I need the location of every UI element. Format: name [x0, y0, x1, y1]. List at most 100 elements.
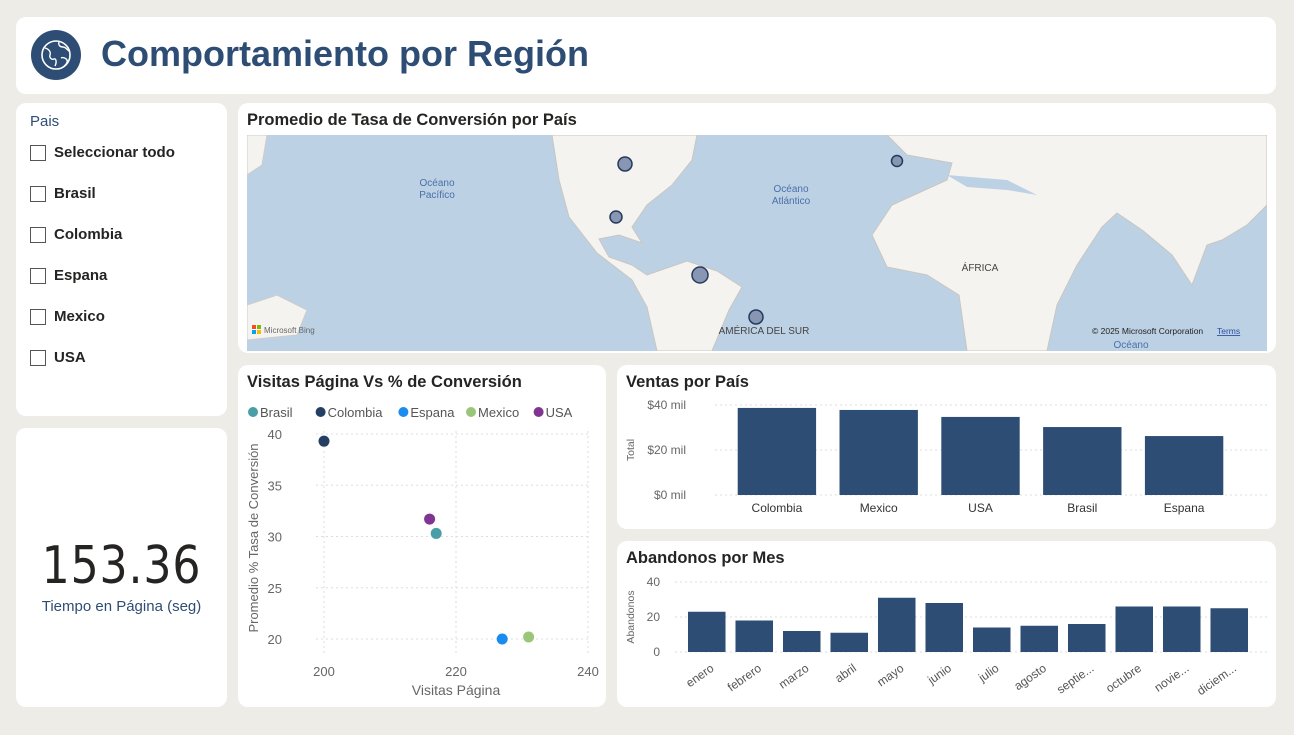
x-tick-label: julio — [975, 661, 1002, 685]
legend-label-brasil: Brasil — [260, 405, 293, 420]
legend-marker-usa — [533, 407, 544, 417]
x-tick-label: Colombia — [752, 501, 803, 515]
checkbox[interactable] — [30, 144, 46, 161]
bar-USA[interactable] — [941, 416, 1020, 495]
bar-novie[interactable] — [1162, 606, 1201, 653]
legend-marker-espana — [398, 407, 409, 417]
map[interactable]: Océano Pacífico Océano Atlántico ÁFRICA … — [247, 135, 1267, 351]
abandonment-card: Abandonos por Mes 0 20 40 Abandonos enero feb… — [617, 541, 1276, 707]
x-tick-label: novie... — [1152, 661, 1192, 695]
country-slicer: Pais Seleccionar todo Brasil Colombia Espan… — [16, 103, 227, 416]
map-label-ocean: Océano — [1113, 340, 1148, 351]
option-label: Seleccionar todo — [54, 144, 175, 161]
slicer-option-usa[interactable]: USA — [30, 349, 86, 366]
data-point-mexico[interactable] — [523, 631, 535, 643]
globe-icon — [31, 30, 81, 80]
map-terms-link[interactable]: Terms — [1217, 326, 1240, 336]
map-bubble-mexico[interactable] — [609, 210, 623, 224]
map-label-pacific-2: Pacífico — [419, 190, 455, 201]
bar-agosto[interactable] — [1020, 625, 1059, 652]
bar-Colombia[interactable] — [737, 407, 817, 495]
bar-Espana[interactable] — [1144, 436, 1224, 495]
slicer-option-colombia[interactable]: Colombia — [30, 226, 122, 243]
map-bubble-usa[interactable] — [617, 156, 633, 172]
y-tick-label: $20 mil — [647, 443, 686, 457]
checkbox[interactable] — [30, 349, 46, 366]
x-axis-label: Visitas Página — [412, 682, 501, 698]
bar-mayo[interactable] — [877, 597, 916, 652]
option-label: Colombia — [54, 226, 123, 243]
map-attribution: Microsoft Bing — [264, 326, 315, 335]
data-point-usa[interactable] — [424, 513, 436, 525]
checkbox[interactable] — [30, 226, 46, 243]
y-tick-label: 35 — [268, 478, 282, 493]
option-label: Espana — [54, 267, 108, 284]
bar-junio[interactable] — [925, 603, 964, 652]
x-tick-label: USA — [968, 501, 993, 515]
x-tick-label: octubre — [1103, 661, 1144, 696]
x-tick-label: marzo — [776, 661, 812, 692]
bar-marzo[interactable] — [782, 631, 821, 652]
checkbox[interactable] — [30, 267, 46, 284]
bar-Brasil[interactable] — [1043, 427, 1122, 495]
y-tick-label: 25 — [268, 581, 282, 596]
map-card: Promedio de Tasa de Conversión por País … — [238, 103, 1276, 353]
x-tick-label: mayo — [874, 661, 906, 689]
map-label-atlantic-2: Atlántico — [772, 196, 811, 207]
header-card: Comportamiento por Región — [16, 17, 1276, 94]
y-tick-label: 30 — [268, 530, 282, 545]
y-tick-label: $40 mil — [647, 398, 686, 412]
map-bubble-brasil[interactable] — [748, 309, 764, 325]
map-bubble-colombia[interactable] — [691, 266, 709, 284]
x-tick-label: febrero — [725, 661, 764, 694]
option-label: Brasil — [54, 185, 96, 202]
map-label-pacific: Océano — [419, 178, 454, 189]
bar-octubre[interactable] — [1115, 606, 1154, 653]
y-axis-label: Promedio % Tasa de Conversión — [246, 443, 261, 632]
x-tick-label: 220 — [445, 664, 467, 679]
slicer-option-espana[interactable]: Espana — [30, 267, 107, 284]
x-tick-label: Mexico — [860, 501, 898, 515]
x-tick-label: Espana — [1164, 501, 1205, 515]
checkbox[interactable] — [30, 308, 46, 325]
x-tick-label: diciem... — [1194, 661, 1239, 698]
bar-febrero[interactable] — [735, 620, 774, 653]
map-label-south-america: AMÉRICA DEL SUR — [719, 324, 810, 337]
map-label-africa: ÁFRICA — [962, 261, 999, 274]
x-tick-label: septie... — [1054, 661, 1096, 697]
x-tick-label: abril — [832, 661, 859, 685]
scatter-card: Visitas Página Vs % de Conversión Brasil… — [238, 365, 606, 707]
y-tick-label: 20 — [647, 610, 661, 624]
bar-julio[interactable] — [972, 627, 1011, 653]
slicer-option-seleccionar-todo[interactable]: Seleccionar todo — [30, 144, 175, 161]
slicer-option-brasil[interactable]: Brasil — [30, 185, 96, 202]
legend-marker-brasil — [248, 407, 258, 417]
data-point-brasil[interactable] — [430, 527, 442, 539]
x-tick-label: Brasil — [1067, 501, 1097, 515]
y-axis-label: Abandonos — [625, 590, 637, 643]
bar-abril[interactable] — [830, 632, 869, 652]
bar-enero[interactable] — [687, 611, 726, 652]
bar-septie[interactable] — [1067, 624, 1106, 652]
page-title: Comportamiento por Región — [101, 33, 589, 74]
map-title: Promedio de Tasa de Conversión por País — [247, 111, 577, 129]
legend-label-colombia: Colombia — [328, 405, 384, 420]
y-axis-label: Total — [625, 439, 637, 461]
kpi-card: 153.36 Tiempo en Página (seg) — [16, 428, 227, 707]
legend-label-usa: USA — [546, 405, 573, 420]
map-bubble-espana[interactable] — [890, 154, 904, 168]
checkbox[interactable] — [30, 185, 46, 202]
slicer-option-mexico[interactable]: Mexico — [30, 308, 105, 325]
data-point-colombia[interactable] — [318, 435, 330, 447]
y-tick-label: 20 — [268, 632, 282, 647]
option-label: Mexico — [54, 308, 105, 325]
kpi-label: Tiempo en Página (seg) — [41, 598, 202, 615]
bar-Mexico[interactable] — [839, 409, 918, 495]
map-label-atlantic: Océano — [773, 184, 808, 195]
slicer-label: Pais — [30, 113, 60, 130]
data-point-espana[interactable] — [496, 633, 508, 645]
x-tick-label: 240 — [577, 664, 599, 679]
y-tick-label: 40 — [268, 427, 282, 442]
y-tick-label: 40 — [647, 575, 661, 589]
bar-diciem[interactable] — [1210, 608, 1249, 652]
